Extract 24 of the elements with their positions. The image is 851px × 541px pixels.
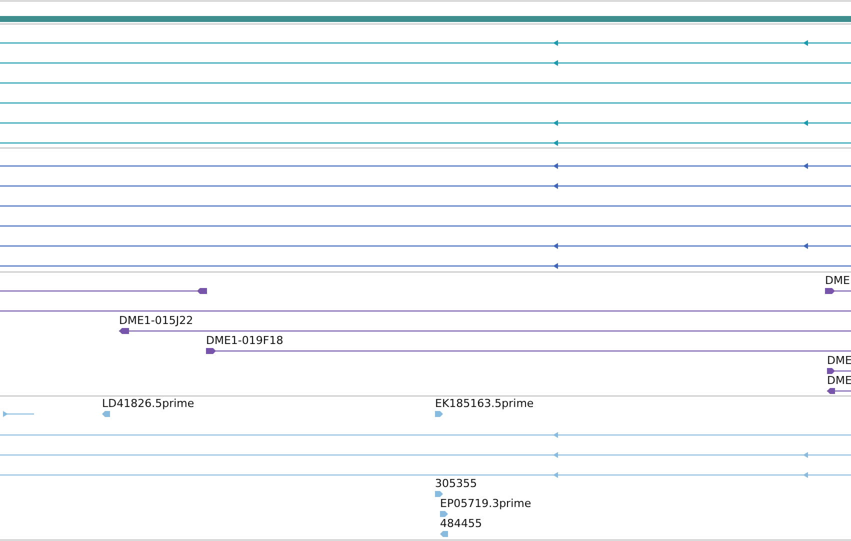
feature-label: EK185163.5prime xyxy=(435,397,534,410)
feature-label: DME xyxy=(825,274,850,287)
feature-label: DME xyxy=(827,354,851,367)
transcript-track[interactable] xyxy=(0,60,851,66)
feature-glyph[interactable] xyxy=(827,368,851,374)
feature-glyph[interactable] xyxy=(0,288,207,294)
feature-label: DME1-015J22 xyxy=(119,314,194,327)
feature-label: DME xyxy=(827,374,851,387)
feature-label: 305355 xyxy=(435,477,477,490)
transcript-track[interactable] xyxy=(0,263,851,269)
transcript-track[interactable] xyxy=(0,183,851,189)
transcript-track[interactable] xyxy=(0,140,851,146)
feature-label: EP05719.3prime xyxy=(440,497,532,510)
transcript-track[interactable] xyxy=(0,243,851,249)
feature-glyph[interactable] xyxy=(827,388,851,394)
feature-label: 484455 xyxy=(440,517,482,530)
feature-label: LD41826.5prime xyxy=(102,397,194,410)
feature-glyph[interactable] xyxy=(206,348,851,354)
feature-glyph[interactable] xyxy=(119,328,851,334)
transcript-track[interactable] xyxy=(0,40,851,46)
feature-label: DME1-019F18 xyxy=(206,334,284,347)
transcript-track[interactable] xyxy=(0,163,851,169)
feature-glyph[interactable] xyxy=(825,288,851,294)
transcript-track[interactable] xyxy=(0,120,851,126)
